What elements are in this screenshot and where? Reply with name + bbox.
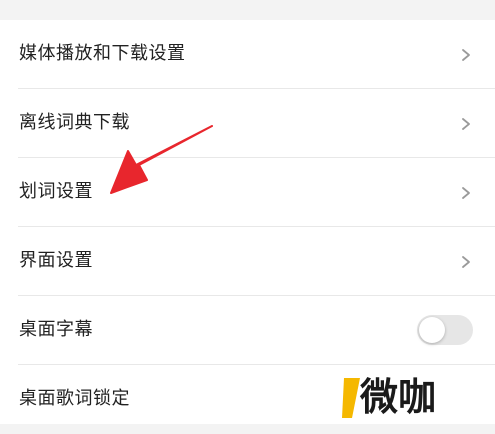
chevron-right-icon (462, 187, 470, 199)
settings-item-label: 媒体播放和下载设置 (19, 43, 186, 64)
settings-item-word-selection[interactable]: 划词设置 (0, 158, 495, 227)
chevron-right-icon (462, 118, 470, 130)
settings-item-label: 桌面歌词锁定 (19, 388, 130, 409)
settings-list: 媒体播放和下载设置 离线词典下载 划词设置 界面设置 桌面字幕 桌面歌词锁定 (0, 20, 495, 424)
settings-item-interface[interactable]: 界面设置 (0, 227, 495, 296)
desktop-subtitles-toggle[interactable] (417, 315, 473, 345)
settings-item-label: 桌面字幕 (19, 319, 93, 340)
top-spacer (0, 0, 495, 20)
settings-item-media-download[interactable]: 媒体播放和下载设置 (0, 20, 495, 89)
settings-item-label: 界面设置 (19, 250, 93, 271)
chevron-right-icon (462, 49, 470, 61)
settings-item-label: 划词设置 (19, 181, 93, 202)
chevron-right-icon (462, 256, 470, 268)
watermark-logo: 微咖 (342, 375, 436, 419)
settings-item-offline-dictionary[interactable]: 离线词典下载 (0, 89, 495, 158)
toggle-knob (419, 317, 445, 343)
settings-item-desktop-subtitles: 桌面字幕 (0, 296, 495, 365)
svg-text:微咖: 微咖 (359, 375, 436, 419)
settings-item-label: 离线词典下载 (19, 112, 130, 133)
